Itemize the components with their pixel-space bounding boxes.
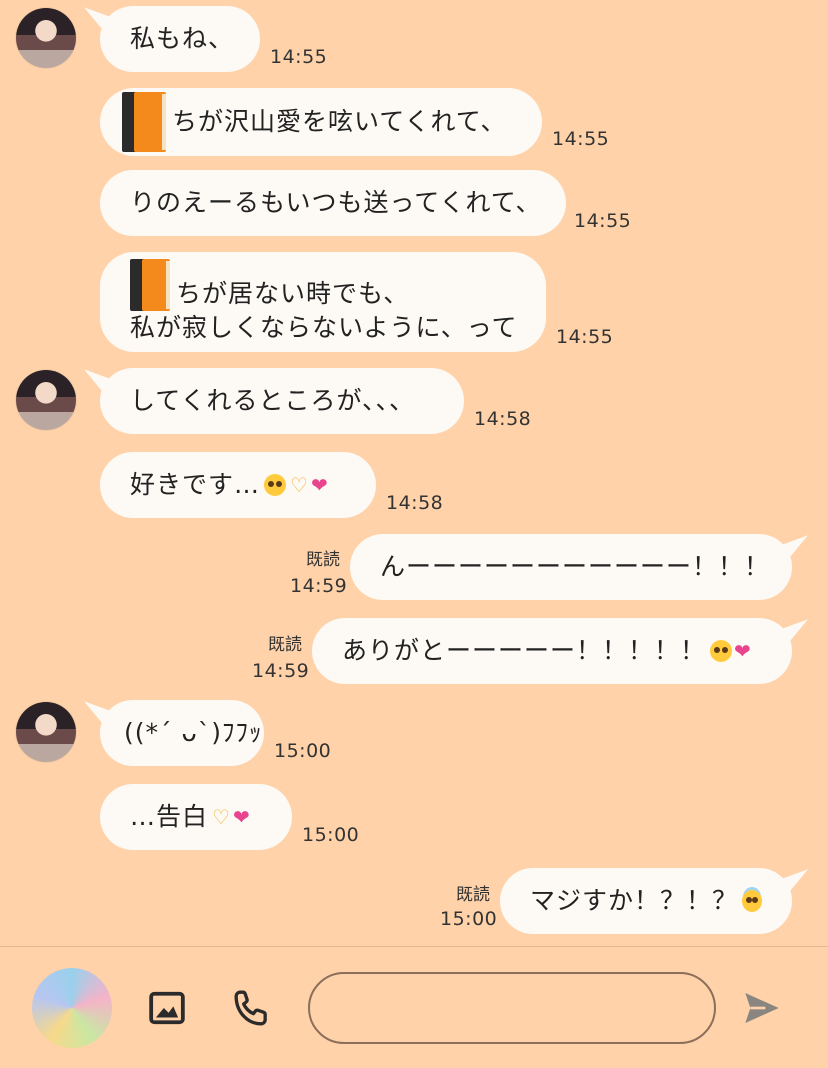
phone-icon[interactable] — [232, 988, 272, 1028]
sparkling-heart-icon: ❤ — [734, 639, 752, 663]
message-text-line: 私が寂しくならないように、って — [130, 313, 518, 342]
message-text: ちが沢山愛を呟いてくれて、 — [172, 107, 507, 136]
read-receipt: 既読 — [456, 885, 490, 905]
message-text: ((*´ ᴗ`)ﾌﾌｯ — [124, 718, 263, 747]
heart-hands-icon: ♡ — [290, 473, 309, 497]
message-bubble[interactable]: 私もね、 — [100, 6, 260, 72]
message-time: 14:58 — [386, 492, 444, 514]
message-bubble[interactable]: りのえーるもいつも送ってくれて、 — [100, 170, 566, 236]
message-text: 好きです… — [130, 470, 261, 499]
message-bubble[interactable]: ちが居ない時でも、 私が寂しくならないように、って — [100, 252, 546, 352]
message-input[interactable] — [308, 972, 716, 1044]
message-time: 14:55 — [270, 46, 328, 68]
message-text-line: ちが居ない時でも、 — [176, 279, 410, 308]
message-text: …告白 — [130, 802, 209, 831]
book-icon — [130, 259, 170, 311]
message-text: りのえーるもいつも送ってくれて、 — [130, 188, 542, 217]
sender-avatar[interactable] — [16, 8, 76, 68]
message-text: マジすか！？！？ — [530, 886, 739, 915]
message-time: 14:58 — [474, 408, 532, 430]
message-bubble[interactable]: 好きです… ♡ ❤ — [100, 452, 376, 518]
pleading-face-icon — [264, 474, 287, 496]
heart-hands-icon: ♡ — [212, 805, 231, 829]
message-bubble[interactable]: …告白 ♡ ❤ — [100, 784, 292, 850]
message-time: 15:00 — [440, 908, 498, 930]
message-time: 15:00 — [302, 824, 360, 846]
two-hearts-icon: ❤ — [232, 805, 251, 829]
message-time: 14:59 — [290, 575, 348, 597]
send-icon[interactable] — [740, 988, 784, 1028]
message-text: してくれるところが、、、 — [130, 386, 416, 415]
message-bubble[interactable]: ((*´ ᴗ`)ﾌﾌｯ — [100, 700, 264, 766]
sender-avatar[interactable] — [16, 702, 76, 762]
pleading-face-icon — [710, 640, 733, 662]
two-hearts-icon: ❤ — [310, 473, 329, 497]
message-time: 14:55 — [552, 128, 610, 150]
message-text: 私もね、 — [130, 24, 235, 53]
message-text: ありがとーーーーー！！！！！ — [342, 636, 707, 665]
message-bubble[interactable]: ちが沢山愛を呟いてくれて、 — [100, 88, 542, 156]
message-time: 15:00 — [274, 740, 332, 762]
message-bubble[interactable]: してくれるところが、、、 — [100, 368, 464, 434]
message-bubble[interactable]: んーーーーーーーーーーー！！！ — [350, 534, 792, 600]
profile-avatar[interactable] — [32, 968, 112, 1048]
image-icon[interactable] — [148, 989, 186, 1027]
chat-area: 私もね、 14:55 ちが沢山愛を呟いてくれて、 14:55 りのえーるもいつも… — [0, 0, 828, 946]
message-text: んーーーーーーーーーーー！！！ — [380, 552, 771, 581]
message-time: 14:55 — [556, 326, 614, 348]
message-bubble[interactable]: マジすか！？！？ — [500, 868, 792, 934]
read-receipt: 既読 — [268, 635, 302, 655]
smiling-face-with-halo-icon — [742, 890, 762, 912]
message-time: 14:59 — [252, 660, 310, 682]
message-bubble[interactable]: ありがとーーーーー！！！！！ ❤ — [312, 618, 792, 684]
book-icon — [122, 92, 166, 152]
message-time: 14:55 — [574, 210, 632, 232]
sender-avatar[interactable] — [16, 370, 76, 430]
read-receipt: 既読 — [306, 550, 340, 570]
